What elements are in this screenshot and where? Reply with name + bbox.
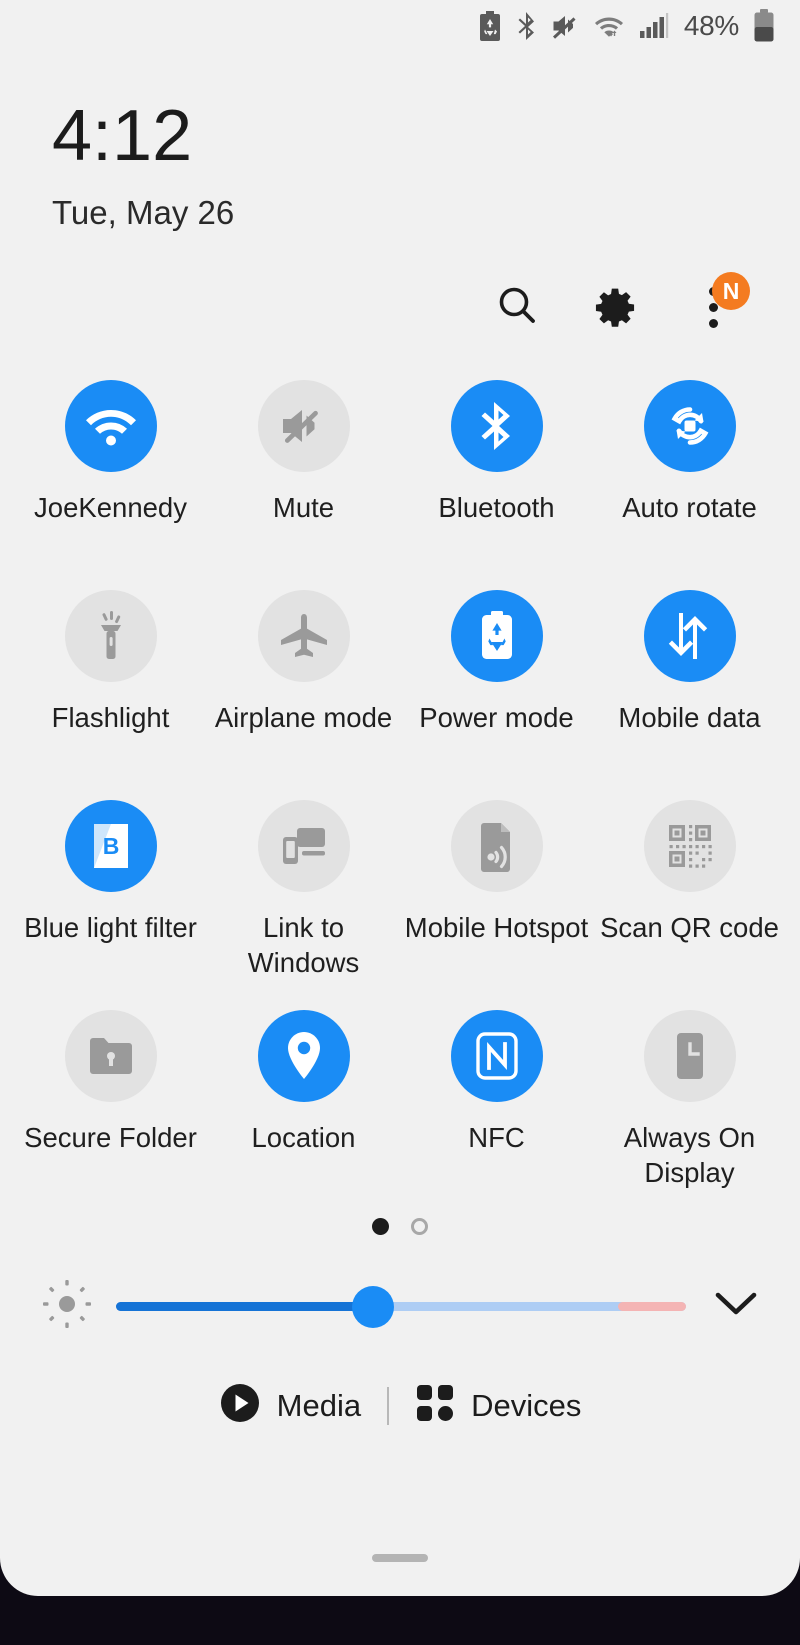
brightness-row (0, 1277, 800, 1336)
tile-auto-rotate[interactable]: Auto rotate (593, 370, 786, 580)
tile-blue-light-filter[interactable]: B Blue light filter (14, 790, 207, 1000)
brightness-slider[interactable] (116, 1285, 686, 1328)
wifi-icon (64, 380, 157, 472)
media-button[interactable]: Media (193, 1382, 387, 1429)
auto-rotate-icon (643, 380, 736, 472)
header-actions: N (0, 232, 800, 330)
search-button[interactable] (494, 284, 540, 330)
tile-label: Scan QR code (600, 912, 779, 943)
power-saving-battery-icon (477, 10, 503, 42)
slider-track-filled (116, 1302, 373, 1311)
play-circle-icon (219, 1382, 261, 1429)
media-label: Media (276, 1387, 362, 1423)
bluetooth-icon (516, 10, 538, 42)
nfc-icon (450, 1010, 543, 1102)
mobile-data-icon (643, 590, 736, 682)
notification-badge: N (712, 272, 750, 310)
airplane-icon (257, 590, 350, 682)
tile-nfc[interactable]: NFC (400, 1000, 593, 1210)
devices-label: Devices (471, 1387, 582, 1423)
tile-mobile-hotspot[interactable]: Mobile Hotspot (400, 790, 593, 1000)
tile-label: Always On Display (623, 1122, 756, 1188)
tile-label: Airplane mode (214, 702, 393, 733)
quick-settings-panel: 48% 4:12 Tue, May 26 N JoeKennedy Mute B… (0, 0, 800, 1596)
blue-light-icon: B (64, 800, 157, 892)
tile-label: Power mode (419, 702, 574, 733)
flashlight-icon (64, 590, 157, 682)
tile-label: NFC (468, 1122, 525, 1153)
hotspot-icon (450, 800, 543, 892)
clock-block: 4:12 Tue, May 26 (0, 52, 800, 232)
tile-joekennedy[interactable]: JoeKennedy (14, 370, 207, 580)
footer-bar: Media Devices (0, 1382, 800, 1429)
tile-label: JoeKennedy (34, 492, 187, 523)
brightness-sun-icon[interactable] (40, 1277, 94, 1336)
tile-label: Secure Folder (24, 1122, 197, 1153)
tile-label: Location (251, 1122, 356, 1153)
tile-link-to-windows[interactable]: Link to Windows (207, 790, 400, 1000)
search-icon (495, 283, 539, 332)
tile-location[interactable]: Location (207, 1000, 400, 1210)
more-options-button[interactable]: N (690, 272, 750, 330)
tile-bluetooth[interactable]: Bluetooth (400, 370, 593, 580)
tile-label: Bluetooth (438, 492, 555, 523)
wifi-transfer-icon (594, 12, 626, 40)
link-windows-icon (257, 800, 350, 892)
power-mode-icon (450, 590, 543, 682)
mute-icon (257, 380, 350, 472)
settings-button[interactable] (592, 284, 638, 330)
gear-icon (593, 283, 637, 332)
page-dot-inactive[interactable] (411, 1218, 428, 1235)
status-bar: 48% (0, 0, 800, 52)
secure-folder-icon (64, 1010, 157, 1102)
tile-label: Mobile Hotspot (404, 912, 589, 943)
page-dot-active[interactable] (372, 1218, 389, 1235)
tile-airplane-mode[interactable]: Airplane mode (207, 580, 400, 790)
tile-label: Link to Windows (247, 912, 360, 978)
chevron-down-icon (712, 1287, 760, 1326)
svg-text:B: B (102, 833, 119, 859)
tile-secure-folder[interactable]: Secure Folder (14, 1000, 207, 1210)
battery-percent-label: 48% (683, 10, 739, 41)
tile-always-on-display[interactable]: Always On Display (593, 1000, 786, 1210)
tile-mute[interactable]: Mute (207, 370, 400, 580)
tile-label: Mute (272, 492, 335, 523)
quick-settings-tiles: JoeKennedy Mute Bluetooth Auto rotate Fl… (0, 370, 800, 1210)
tile-scan-qr-code[interactable]: Scan QR code (593, 790, 786, 1000)
tile-power-mode[interactable]: Power mode (400, 580, 593, 790)
tile-label: Auto rotate (622, 492, 757, 523)
tile-label: Blue light filter (24, 912, 197, 943)
slider-thumb[interactable] (351, 1285, 394, 1328)
mute-icon (551, 12, 581, 40)
qr-code-icon (643, 800, 736, 892)
signal-bars-icon (639, 12, 669, 40)
expand-button[interactable] (708, 1279, 764, 1335)
page-indicator (0, 1218, 800, 1235)
tile-flashlight[interactable]: Flashlight (14, 580, 207, 790)
tile-label: Mobile data (618, 702, 761, 733)
tile-mobile-data[interactable]: Mobile data (593, 580, 786, 790)
devices-button[interactable]: Devices (389, 1383, 607, 1428)
clock-time: 4:12 (52, 96, 193, 176)
grid-squares-icon (415, 1383, 455, 1428)
bluetooth-icon (450, 380, 543, 472)
slider-track-warning (617, 1302, 686, 1311)
battery-icon (752, 9, 776, 43)
clock-date: Tue, May 26 (52, 194, 235, 231)
tile-label: Flashlight (51, 702, 170, 733)
home-indicator[interactable] (372, 1554, 428, 1562)
always-on-icon (643, 1010, 736, 1102)
location-pin-icon (257, 1010, 350, 1102)
